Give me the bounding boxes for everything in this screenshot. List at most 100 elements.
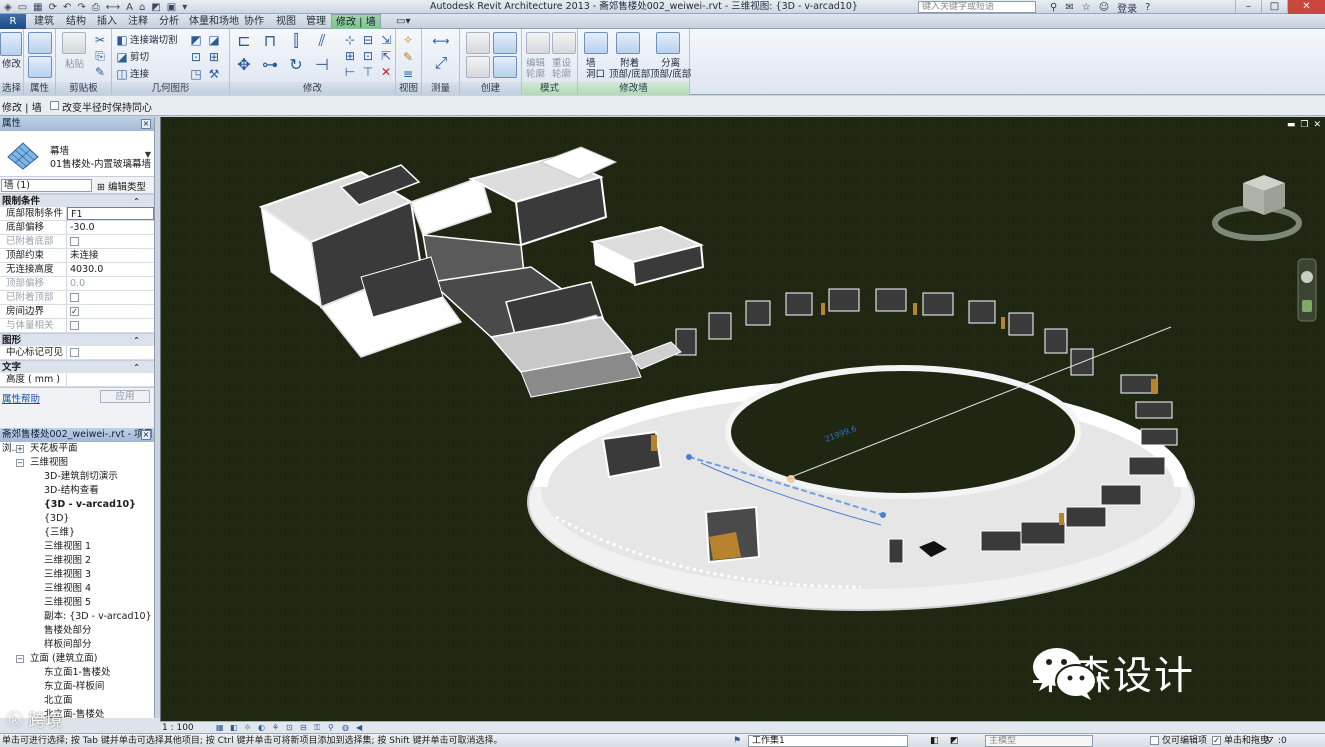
steering-wheel-icon[interactable] (1301, 271, 1313, 283)
create-similar-icon[interactable] (466, 32, 490, 54)
browser-node[interactable]: 样板间部分 (0, 638, 154, 652)
text-icon[interactable]: A (126, 2, 133, 13)
browser-node[interactable]: 东立面-样板间 (0, 680, 154, 694)
pin-icon[interactable]: ⇱ (378, 48, 394, 64)
collapse-icon[interactable]: − (16, 459, 24, 467)
reveal-hidden-icon[interactable]: ◍ (342, 724, 351, 732)
close-browser-icon[interactable]: × (141, 430, 151, 440)
create-group-icon[interactable] (493, 32, 517, 54)
collapse-icon[interactable]: − (16, 655, 24, 663)
delete-icon[interactable]: ✕ (378, 64, 394, 80)
undo-icon[interactable]: ↶ (63, 2, 71, 13)
3d-viewport[interactable]: 21999.6 ▬ ❐ ✕ 华森设计 (160, 117, 1325, 721)
browser-node[interactable]: 三维视图 4 (0, 582, 154, 596)
offset-icon[interactable]: ⊓ (260, 33, 280, 53)
array-icon[interactable]: ⊞ (342, 48, 358, 64)
override-brush-icon[interactable]: ✎ (400, 49, 416, 65)
properties-help-link[interactable]: 属性帮助 (2, 391, 40, 405)
split-icon[interactable]: ⊹ (342, 32, 358, 48)
tab-0[interactable]: 建筑 (30, 14, 58, 29)
active-workset-select[interactable]: 工作集1 (748, 735, 908, 747)
minimize-button[interactable]: – (1235, 0, 1261, 14)
render-icon[interactable]: ⚘ (272, 724, 281, 732)
section-graphics[interactable]: 图形 ⌃ (0, 333, 154, 346)
tab-1[interactable]: 结构 (62, 14, 90, 29)
linework-icon[interactable]: ≡ (400, 66, 416, 82)
3d-view-icon[interactable]: ⌂ (139, 2, 145, 13)
collapse-icon[interactable]: ⌃ (133, 195, 140, 208)
show-crop-icon[interactable]: ⊟ (300, 724, 309, 732)
maximize-button[interactable]: □ (1261, 0, 1287, 14)
mirror-draw-icon[interactable]: ⫽ (312, 33, 332, 53)
browser-node[interactable]: {3D} (0, 512, 154, 526)
split-gap-icon[interactable]: ⊟ (360, 32, 376, 48)
property-checkbox[interactable] (70, 348, 79, 357)
browser-node[interactable]: 三维视图 5 (0, 596, 154, 610)
browser-node[interactable]: {三维} (0, 526, 154, 540)
tab-3[interactable]: 注释 (124, 14, 152, 29)
instance-filter-select[interactable]: 墙 (1) (1, 179, 92, 192)
copy-elements-icon[interactable]: ⊶ (260, 57, 280, 77)
property-value[interactable]: 4030.0 (67, 263, 154, 276)
design-option-select[interactable]: 主模型 (985, 735, 1093, 747)
edit-profile-icon[interactable] (526, 32, 550, 54)
save-icon[interactable]: ▦ (33, 2, 42, 13)
create-assembly-icon[interactable] (493, 56, 517, 78)
modify-button-label[interactable]: 修改 (2, 59, 21, 70)
shadows-icon[interactable]: ◐ (258, 724, 267, 732)
mirror-axis-icon[interactable]: ⫿ (286, 33, 306, 53)
collapse-icon[interactable]: ⌃ (133, 361, 140, 374)
browser-node[interactable]: − 三维视图 (0, 456, 154, 470)
open-icon[interactable]: ▭ (18, 2, 27, 13)
keep-concentric-checkbox[interactable] (50, 101, 59, 110)
trim-multiple-icon[interactable]: ⊢ (342, 64, 358, 80)
crop-view-icon[interactable]: ⊡ (286, 724, 295, 732)
paste-label[interactable]: 粘贴 (65, 59, 84, 70)
join-label[interactable]: 连接 (130, 69, 149, 80)
align-icon[interactable]: ◳ (188, 66, 204, 82)
navigation-bar[interactable] (1297, 258, 1317, 322)
design-options-icon[interactable]: ◩ (950, 734, 959, 747)
property-value[interactable]: ✓ (67, 305, 154, 318)
switch-windows-icon[interactable]: ▣ (167, 2, 176, 13)
cut-icon[interactable]: ✂ (92, 32, 108, 48)
edit-type-button[interactable]: ⊞ 编辑类型 (97, 179, 146, 193)
tab-2[interactable]: 插入 (93, 14, 121, 29)
type-dropdown-icon[interactable]: ▼ (145, 150, 151, 159)
login-link[interactable]: 登录 (1117, 0, 1137, 15)
zoom-icon[interactable] (1302, 300, 1312, 312)
create-parts-icon[interactable] (466, 56, 490, 78)
tab-4[interactable]: 分析 (155, 14, 183, 29)
paint-icon[interactable]: ◪ (206, 32, 222, 48)
scale-icon[interactable]: ⊡ (360, 48, 376, 64)
browser-node[interactable]: − 立面 (建筑立面) (0, 652, 154, 666)
application-menu-button[interactable]: R (0, 14, 26, 29)
editable-icon[interactable]: ◧ (930, 734, 939, 747)
browser-node[interactable]: 3D-建筑剖切演示 (0, 470, 154, 484)
view-close-icon[interactable]: ✕ (1313, 120, 1321, 130)
properties-icon[interactable] (28, 56, 52, 78)
rotate-icon[interactable]: ↻ (286, 57, 306, 77)
type-selector[interactable]: 幕墙 01售楼处-内置玻璃幕墙 ▼ (0, 131, 154, 177)
close-properties-icon[interactable]: × (141, 119, 151, 129)
help-icon[interactable]: ? (1145, 2, 1150, 13)
property-value[interactable]: -30.0 (67, 221, 154, 234)
qat-dropdown-icon[interactable]: ▾ (182, 2, 187, 13)
filter-icon[interactable]: ⛛ (1266, 734, 1274, 747)
trim-icon[interactable]: ⊣ (312, 57, 332, 77)
sun-path-icon[interactable]: ☼ (244, 724, 253, 732)
tab-8[interactable]: 管理 (302, 14, 330, 29)
browser-node[interactable]: 三维视图 1 (0, 540, 154, 554)
press-drag-checkbox[interactable]: ✓ (1212, 736, 1221, 745)
attach-top-base-icon[interactable] (616, 32, 640, 54)
redo-icon[interactable]: ↷ (77, 2, 85, 13)
cope-label[interactable]: 连接端切割 (130, 35, 178, 46)
property-value[interactable]: 未连接 (67, 249, 154, 262)
paste-icon[interactable] (62, 32, 86, 54)
align-tool-icon[interactable]: ⊏ (234, 33, 254, 53)
reset-profile-icon[interactable] (552, 32, 576, 54)
tab-6[interactable]: 协作 (240, 14, 268, 29)
close-button[interactable]: ✕ (1287, 0, 1325, 14)
apply-button[interactable]: 应用 (100, 390, 150, 403)
favorites-icon[interactable]: ☆ (1082, 2, 1091, 13)
